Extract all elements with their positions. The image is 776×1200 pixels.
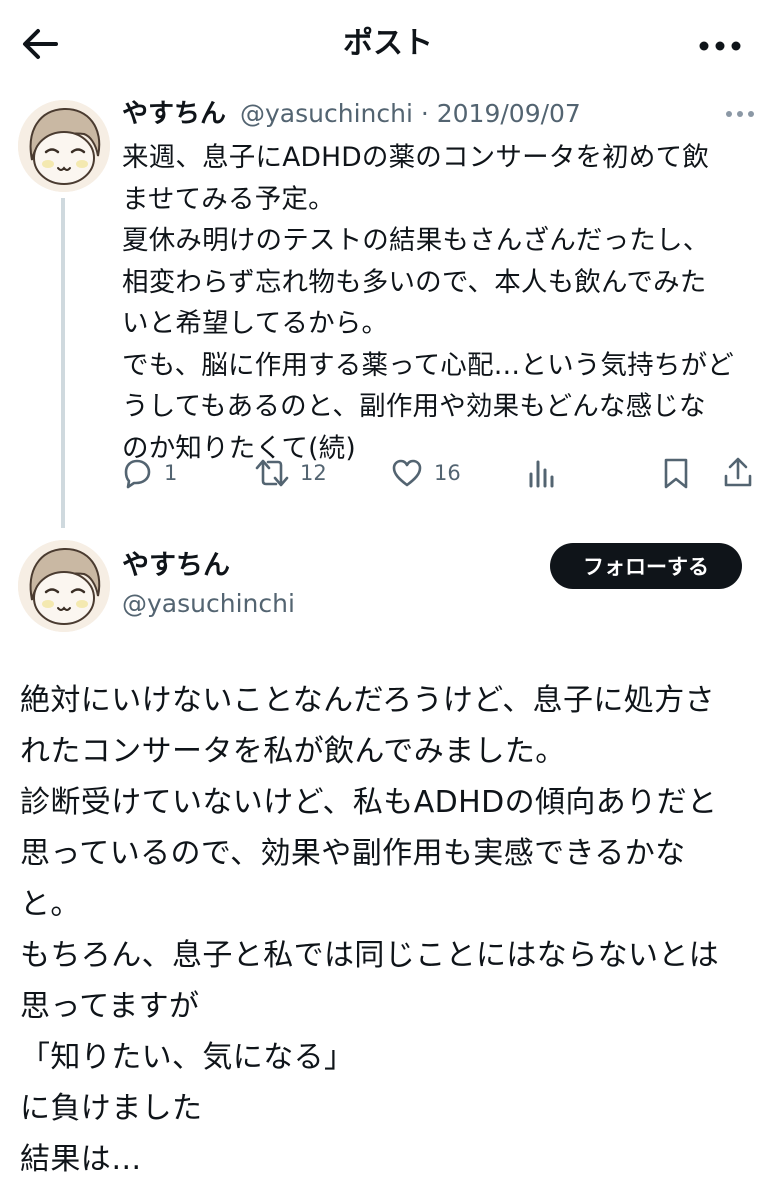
follow-button[interactable]: フォローする <box>550 543 742 589</box>
handle-and-date[interactable]: @yasuchinchi · 2019/09/07 <box>240 94 581 134</box>
post-more-icon[interactable] <box>722 102 758 126</box>
reply-button[interactable]: 1 <box>120 455 177 491</box>
analytics-icon <box>529 460 554 488</box>
share-icon <box>724 457 752 487</box>
repost-count: 12 <box>300 461 327 485</box>
share-button[interactable] <box>722 455 764 491</box>
like-count: 16 <box>434 461 461 485</box>
page-title: ポスト <box>343 26 433 61</box>
post-text: 絶対にいけないことなんだろうけど、息子に処方さ れたコンサータを私が飲んでみまし… <box>20 683 720 1177</box>
bookmark-button[interactable] <box>662 455 700 491</box>
bookmark-icon <box>664 458 688 489</box>
display-name[interactable]: やすちん <box>122 94 226 134</box>
avatar[interactable] <box>18 100 110 192</box>
display-name[interactable]: やすちん <box>122 546 230 586</box>
repost-icon <box>255 459 289 487</box>
more-options-icon[interactable] <box>690 26 750 66</box>
post-text: 来週、息子にADHDの薬のコンサータを初めて飲 ませてみる予定。 夏休み明けのテ… <box>122 142 734 464</box>
like-button[interactable]: 16 <box>390 455 461 491</box>
reply-count: 1 <box>164 461 178 485</box>
repost-button[interactable]: 12 <box>254 455 327 491</box>
heart-icon <box>392 459 422 487</box>
reply-icon <box>124 459 151 489</box>
views-button[interactable] <box>526 455 568 491</box>
thread-connector-line <box>61 198 65 528</box>
avatar[interactable] <box>18 540 110 632</box>
handle[interactable]: @yasuchinchi <box>122 584 295 624</box>
